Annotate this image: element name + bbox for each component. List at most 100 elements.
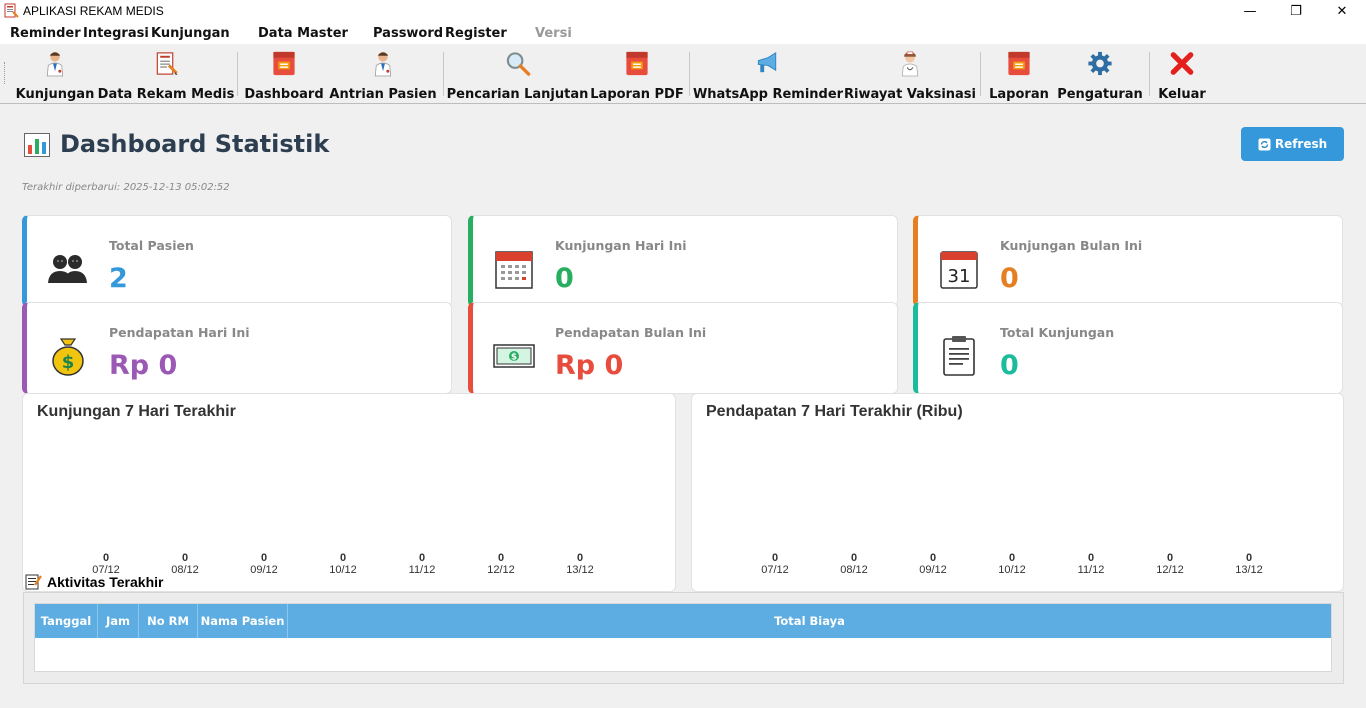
stat-value: 0 — [1000, 350, 1019, 381]
toolbar-separator — [1149, 52, 1150, 96]
toolbar-laporan-button[interactable]: Laporan — [987, 44, 1051, 102]
menu-password[interactable]: Password — [373, 26, 443, 41]
magnifier-icon — [506, 52, 530, 76]
chart-data-label: 0 — [498, 552, 504, 564]
toolbar-label: Dashboard — [244, 87, 324, 102]
chart-tick-label: 11/12 — [409, 564, 436, 576]
toolbar-label: Laporan — [989, 87, 1049, 102]
refresh-icon — [1258, 138, 1271, 150]
toolbar-label: Data Rekam Medis — [97, 87, 235, 102]
menu-integrasi[interactable]: Integrasi — [83, 26, 149, 41]
chart-pendapatan-plot: 007/12008/12009/12010/12011/12012/12013/… — [761, 552, 1263, 576]
chart-tick-label: 07/12 — [761, 564, 789, 576]
toolbar-label: WhatsApp Reminder — [692, 87, 844, 102]
stat-card-pendapatan-hari-ini: $ Pendapatan Hari Ini Rp 0 — [22, 302, 452, 394]
stat-label: Total Kunjungan — [1000, 325, 1115, 340]
svg-text:$: $ — [62, 352, 75, 373]
menu-kunjungan[interactable]: Kunjungan — [151, 26, 230, 41]
toolbar-grip[interactable] — [4, 62, 7, 84]
last-updated-text: Terakhir diperbarui: 2025-12-13 05:02:52 — [22, 182, 230, 193]
stat-card-pendapatan-bulan-ini: $ Pendapatan Bulan Ini Rp 0 — [468, 302, 898, 394]
app-icon — [4, 3, 19, 18]
notepad-icon — [25, 574, 42, 590]
toolbar: Kunjungan Data Rekam Medis Dashboard Ant… — [0, 44, 1366, 104]
stat-label: Kunjungan Hari Ini — [555, 238, 687, 253]
nurse-icon — [901, 51, 919, 77]
toolbar-label: Laporan PDF — [590, 87, 684, 102]
chart-tick-label: 13/12 — [566, 564, 594, 576]
refresh-button[interactable]: Refresh — [1241, 127, 1344, 161]
calendar-31-icon: 31 — [940, 251, 978, 289]
chart-data-label: 0 — [851, 552, 857, 564]
chart-data-label: 0 — [577, 552, 583, 564]
clipboard-icon — [943, 336, 975, 376]
stat-value: Rp 0 — [109, 350, 178, 381]
report-book-icon — [1008, 51, 1030, 76]
chart-tick-label: 09/12 — [919, 564, 947, 576]
activity-table: Tanggal Jam No RM Nama Pasien Total Biay… — [34, 603, 1332, 672]
chart-data-label: 0 — [930, 552, 936, 564]
toolbar-dashboard-button[interactable]: Dashboard — [244, 44, 324, 102]
medical-record-icon — [156, 52, 178, 76]
toolbar-antrian-pasien-button[interactable]: Antrian Pasien — [329, 44, 437, 102]
toolbar-whatsapp-reminder-button[interactable]: WhatsApp Reminder — [692, 44, 844, 102]
chart-data-label: 0 — [340, 552, 346, 564]
chart-tick-label: 08/12 — [840, 564, 868, 576]
patients-icon — [48, 255, 87, 283]
toolbar-riwayat-vaksinasi-button[interactable]: Riwayat Vaksinasi — [844, 44, 976, 102]
stat-label: Total Pasien — [109, 238, 194, 253]
toolbar-data-rekam-medis-button[interactable]: Data Rekam Medis — [97, 44, 235, 102]
stat-label: Pendapatan Bulan Ini — [555, 325, 707, 340]
toolbar-kunjungan-button[interactable]: Kunjungan — [16, 44, 94, 102]
chart-tick-label: 10/12 — [998, 564, 1026, 576]
toolbar-label: Antrian Pasien — [329, 87, 437, 102]
toolbar-label: Pengaturan — [1057, 87, 1143, 102]
report-book-icon — [626, 51, 648, 76]
chart-data-label: 0 — [1167, 552, 1173, 564]
toolbar-label: Kunjungan — [15, 87, 95, 102]
column-header-tanggal[interactable]: Tanggal — [35, 604, 98, 638]
report-book-icon — [273, 51, 295, 76]
stat-card-kunjungan-hari-ini: Kunjungan Hari Ini 0 — [468, 215, 898, 307]
toolbar-separator — [689, 52, 690, 96]
chart-data-label: 0 — [1088, 552, 1094, 564]
red-x-icon — [1170, 52, 1194, 75]
toolbar-laporan-pdf-button[interactable]: Laporan PDF — [590, 44, 684, 102]
stat-label: Kunjungan Bulan Ini — [1000, 238, 1143, 253]
close-button[interactable]: ✕ — [1319, 0, 1365, 23]
toolbar-separator — [237, 52, 238, 96]
toolbar-pengaturan-button[interactable]: Pengaturan — [1057, 44, 1143, 102]
toolbar-pencarian-lanjutan-button[interactable]: Pencarian Lanjutan — [447, 44, 588, 102]
menu-register[interactable]: Register — [445, 26, 507, 41]
toolbar-keluar-button[interactable]: Keluar — [1156, 44, 1208, 102]
column-header-no-rm[interactable]: No RM — [139, 604, 198, 638]
chart-tick-label: 12/12 — [487, 564, 515, 576]
page-title: Dashboard Statistik — [60, 130, 330, 158]
chart-kunjungan-plot: 007/12008/12009/12010/12011/12012/12013/… — [92, 552, 594, 576]
toolbar-label: Pencarian Lanjutan — [446, 87, 589, 102]
window-title: APLIKASI REKAM MEDIS — [23, 4, 164, 18]
column-header-total-biaya[interactable]: Total Biaya — [288, 604, 1331, 638]
maximize-button[interactable]: ❐ — [1273, 0, 1319, 23]
menu-data-master[interactable]: Data Master — [258, 26, 348, 41]
chart-tick-label: 09/12 — [250, 564, 278, 576]
bar-chart-icon — [24, 133, 50, 157]
activity-title: Aktivitas Terakhir — [47, 574, 164, 590]
column-header-jam[interactable]: Jam — [98, 604, 139, 638]
stat-label: Pendapatan Hari Ini — [109, 325, 250, 340]
minimize-button[interactable]: — — [1227, 0, 1273, 23]
refresh-label: Refresh — [1274, 137, 1328, 151]
menu-versi[interactable]: Versi — [535, 26, 572, 41]
menu-bar: Reminder Integrasi Kunjungan Data Master… — [0, 23, 1366, 44]
chart-data-label: 0 — [772, 552, 778, 564]
money-bag-icon: $ — [52, 338, 84, 376]
chart-data-label: 0 — [261, 552, 267, 564]
title-bar: APLIKASI REKAM MEDIS — ❐ ✕ — [0, 0, 1366, 23]
chart-data-label: 0 — [103, 552, 109, 564]
chart-kunjungan-7-hari: Kunjungan 7 Hari Terakhir 0 07/12 0 08/12 0 0… — [22, 393, 676, 592]
megaphone-icon — [757, 52, 777, 73]
column-header-nama-pasien[interactable]: Nama Pasien — [198, 604, 288, 638]
stat-value: 0 — [555, 263, 574, 294]
menu-reminder[interactable]: Reminder — [10, 26, 81, 41]
chart-data-label: 0 — [1246, 552, 1252, 564]
